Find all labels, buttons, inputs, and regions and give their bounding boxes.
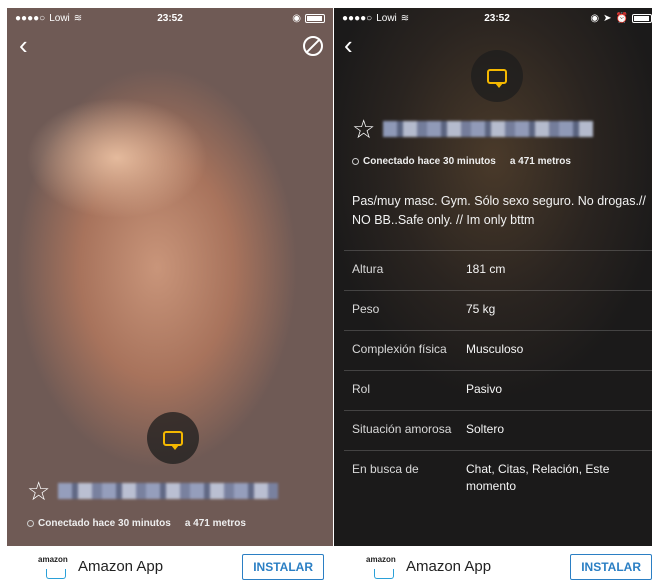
wifi-icon: ≋: [400, 12, 410, 24]
attribute-row: En busca de Chat, Citas, Relación, Este …: [344, 450, 652, 507]
profile-details-view: ●●●●○ Lowi ≋ 23:52 ◉ ➤ ⏰ ‹ ☆ Conectado h…: [334, 8, 652, 546]
back-chevron-icon[interactable]: ‹: [19, 32, 28, 58]
install-button[interactable]: INSTALAR: [570, 553, 652, 580]
lock-rotation-icon: ◉: [590, 12, 600, 24]
attribute-label: Altura: [352, 262, 384, 276]
online-status-text: Conectado hace 30 minutos: [363, 156, 496, 167]
status-bar: ●●●●○ Lowi ≋ 23:52 ◉ ➤ ⏰: [334, 8, 652, 28]
amazon-logo-icon: amazon: [364, 550, 404, 583]
attribute-row: Altura 181 cm: [344, 250, 652, 290]
ad-app-name: Amazon App: [406, 558, 492, 575]
alarm-icon: ⏰: [615, 12, 628, 24]
profile-bio: Pas/muy masc. Gym. Sólo sexo seguro. No …: [352, 194, 646, 227]
clock: 23:52: [484, 12, 510, 24]
ad-banner[interactable]: amazon Amazon App INSTALAR: [14, 546, 332, 587]
profile-name-row: ☆: [27, 478, 279, 504]
attribute-label: Peso: [352, 302, 380, 316]
status-right: ◉: [292, 13, 325, 24]
attribute-value: 75 kg: [466, 302, 496, 316]
chat-button[interactable]: [471, 50, 523, 102]
amazon-logo-icon: amazon: [36, 550, 76, 583]
status-right: ◉ ➤ ⏰: [590, 13, 652, 24]
signal-carrier: ●●●●○ Lowi ≋: [15, 13, 82, 24]
signal-icon: ●●●●○: [342, 12, 373, 24]
online-status-text: Conectado hace 30 minutos: [38, 518, 171, 529]
star-outline-icon[interactable]: ☆: [27, 478, 50, 504]
online-status-line: Conectado hace 30 minutos a 471 metros: [27, 518, 246, 529]
clock: 23:52: [157, 12, 183, 24]
online-dot-icon: [27, 519, 34, 527]
distance-text: a 471 metros: [184, 518, 246, 529]
profile-name-row: ☆: [352, 116, 594, 142]
carrier-label: Lowi: [49, 12, 70, 24]
attribute-value: Musculoso: [466, 342, 524, 356]
profile-photo-view: ●●●●○ Lowi ≋ 23:52 ◉ ‹ ☆ Conectado hace …: [7, 8, 333, 546]
attribute-row: Situación amorosa Soltero: [344, 410, 652, 450]
blurred-profile-name: [383, 121, 594, 137]
attribute-row: Peso 75 kg: [344, 290, 652, 330]
ad-app-name: Amazon App: [78, 558, 164, 575]
logo-text: amazon: [38, 554, 68, 564]
chat-bubble-icon: [163, 430, 183, 450]
lock-rotation-icon: ◉: [292, 12, 301, 24]
ad-banner[interactable]: amazon Amazon App INSTALAR: [342, 546, 652, 587]
profile-attributes: Altura 181 cm Peso 75 kg Complexión físi…: [344, 250, 652, 507]
star-outline-icon[interactable]: ☆: [352, 116, 375, 142]
attribute-value: Chat, Citas, Relación, Este momento: [466, 462, 610, 493]
online-dot-icon: [352, 157, 359, 165]
back-chevron-icon[interactable]: ‹: [344, 32, 353, 58]
blurred-profile-name: [58, 483, 279, 499]
block-icon[interactable]: [303, 36, 323, 56]
cart-icon: [374, 568, 394, 579]
carrier-label: Lowi: [376, 12, 397, 24]
battery-icon: [632, 13, 652, 23]
distance-text: a 471 metros: [509, 156, 571, 167]
chat-button[interactable]: [147, 412, 199, 464]
attribute-value: 181 cm: [466, 262, 506, 276]
location-icon: ➤: [603, 12, 612, 24]
attribute-label: Complexión física: [352, 342, 447, 356]
install-button[interactable]: INSTALAR: [242, 553, 324, 580]
attribute-label: Situación amorosa: [352, 422, 452, 436]
chat-bubble-icon: [487, 68, 507, 88]
attribute-value: Soltero: [466, 422, 505, 436]
signal-carrier: ●●●●○ Lowi ≋: [342, 13, 409, 24]
cart-icon: [46, 568, 66, 579]
wifi-icon: ≋: [73, 12, 83, 24]
status-bar: ●●●●○ Lowi ≋ 23:52 ◉: [7, 8, 333, 28]
attribute-row: Rol Pasivo: [344, 370, 652, 410]
attribute-label: Rol: [352, 382, 371, 396]
online-status-line: Conectado hace 30 minutos a 471 metros: [352, 156, 571, 167]
attribute-label: En busca de: [352, 462, 419, 476]
signal-icon: ●●●●○: [15, 12, 46, 24]
attribute-value: Pasivo: [466, 382, 503, 396]
attribute-row: Complexión física Musculoso: [344, 330, 652, 370]
logo-text: amazon: [366, 554, 396, 564]
battery-icon: [305, 13, 325, 23]
